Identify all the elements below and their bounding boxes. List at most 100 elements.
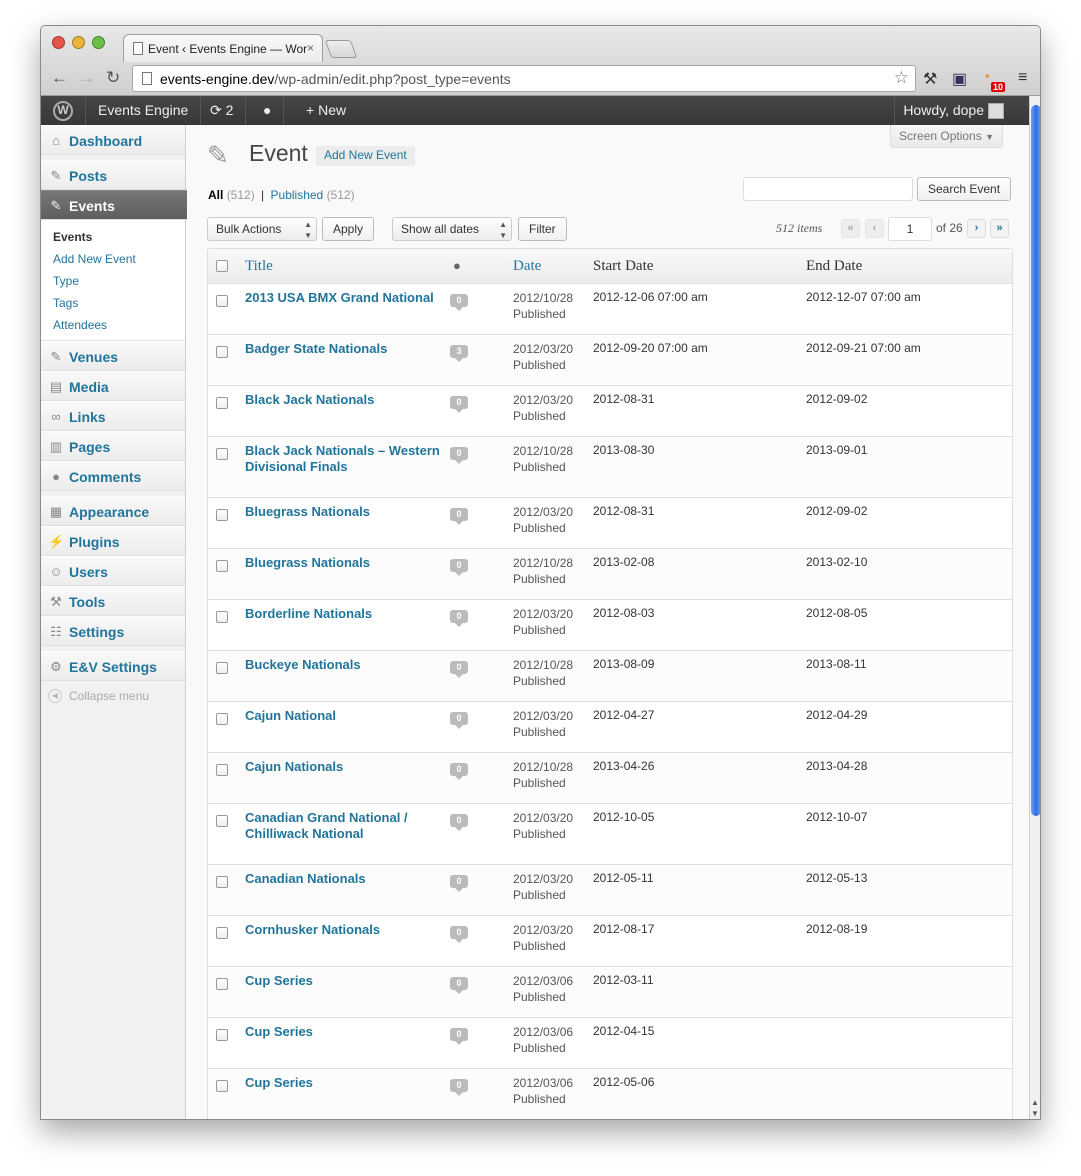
scrollbar-thumb[interactable]	[1031, 105, 1040, 816]
event-title-link[interactable]: Buckeye Nationals	[245, 657, 445, 673]
comment-count-badge[interactable]: 0	[450, 508, 468, 525]
event-title-link[interactable]: 2013 USA BMX Grand National	[245, 290, 445, 306]
menu-tools[interactable]: ⚒ Tools	[41, 586, 185, 616]
wordpress-logo[interactable]: W	[41, 96, 86, 125]
row-checkbox[interactable]	[216, 346, 228, 358]
collapse-menu[interactable]: ◀ Collapse menu	[41, 681, 185, 703]
scroll-up-icon[interactable]: ▲	[1031, 1098, 1039, 1107]
bookmark-star-icon[interactable]: ☆	[894, 68, 909, 88]
extension-icon[interactable]: ▣	[952, 69, 967, 89]
reload-icon[interactable]: ↻	[106, 68, 120, 88]
event-title-link[interactable]: Cup Series	[245, 1024, 445, 1040]
event-title-link[interactable]: Black Jack Nationals – Western Divisiona…	[245, 443, 445, 475]
comment-count-badge[interactable]: 0	[450, 875, 468, 892]
comment-count-badge[interactable]: 0	[450, 396, 468, 413]
submenu-add-new-event[interactable]: Add New Event	[41, 248, 185, 270]
comments-column-icon[interactable]: ●	[453, 258, 461, 274]
comments-link[interactable]: ●	[251, 96, 285, 125]
event-title-link[interactable]: Cup Series	[245, 973, 445, 989]
menu-links[interactable]: ∞ Links	[41, 401, 185, 431]
close-window-button[interactable]	[52, 36, 65, 49]
column-title[interactable]: Title	[245, 258, 273, 275]
event-title-link[interactable]: Cajun Nationals	[245, 759, 445, 775]
screen-options-button[interactable]: Screen Options ▼	[890, 125, 1003, 148]
updates-link[interactable]: ⟳ 2	[198, 96, 247, 125]
row-checkbox[interactable]	[216, 1080, 228, 1092]
row-checkbox[interactable]	[216, 295, 228, 307]
row-checkbox[interactable]	[216, 1029, 228, 1041]
comment-count-badge[interactable]: 0	[450, 447, 468, 464]
site-name-link[interactable]: Events Engine	[86, 96, 202, 125]
rss-icon[interactable]: ◔	[981, 69, 991, 87]
row-checkbox[interactable]	[216, 448, 228, 460]
menu-media[interactable]: ▤ Media	[41, 371, 185, 401]
add-new-event-button[interactable]: Add New Event	[316, 146, 415, 166]
menu-appearance[interactable]: ▦ Appearance	[41, 496, 185, 526]
address-bar[interactable]: events-engine.dev/wp-admin/edit.php?post…	[132, 65, 916, 92]
event-title-link[interactable]: Bluegrass Nationals	[245, 555, 445, 571]
row-checkbox[interactable]	[216, 815, 228, 827]
comment-count-badge[interactable]: 0	[450, 559, 468, 576]
column-date[interactable]: Date	[513, 258, 541, 275]
menu-plugins[interactable]: ⚡ Plugins	[41, 526, 185, 556]
comment-count-badge[interactable]: 0	[450, 712, 468, 729]
apply-button[interactable]: Apply	[322, 217, 375, 241]
back-arrow-icon[interactable]: ←	[51, 68, 68, 88]
row-checkbox[interactable]	[216, 978, 228, 990]
last-page-button[interactable]: »	[990, 219, 1009, 238]
next-page-button[interactable]: ›	[967, 219, 986, 238]
new-content-link[interactable]: + New	[294, 96, 358, 125]
comment-count-badge[interactable]: 0	[450, 661, 468, 678]
comment-count-badge[interactable]: 3	[450, 345, 468, 362]
comment-count-badge[interactable]: 0	[450, 294, 468, 311]
current-page-input[interactable]: 1	[888, 217, 932, 241]
maximize-window-button[interactable]	[92, 36, 105, 49]
row-checkbox[interactable]	[216, 927, 228, 939]
tab-close-icon[interactable]: ×	[307, 41, 314, 55]
date-filter-select[interactable]: Show all dates ▲ ▼	[392, 217, 512, 241]
row-checkbox[interactable]	[216, 662, 228, 674]
comment-count-badge[interactable]: 0	[450, 1079, 468, 1096]
comment-count-badge[interactable]: 0	[450, 926, 468, 943]
menu-events[interactable]: ✎ Events	[41, 190, 196, 220]
row-checkbox[interactable]	[216, 764, 228, 776]
comment-count-badge[interactable]: 0	[450, 977, 468, 994]
scroll-down-icon[interactable]: ▼	[1031, 1109, 1039, 1118]
row-checkbox[interactable]	[216, 611, 228, 623]
row-checkbox[interactable]	[216, 509, 228, 521]
event-title-link[interactable]: Canadian Grand National / Chilliwack Nat…	[245, 810, 445, 842]
menu-posts[interactable]: ✎ Posts	[41, 160, 185, 190]
row-checkbox[interactable]	[216, 397, 228, 409]
event-title-link[interactable]: Cup Series	[245, 1075, 445, 1091]
menu-pages[interactable]: ▥ Pages	[41, 431, 185, 461]
comment-count-badge[interactable]: 0	[450, 814, 468, 831]
comment-count-badge[interactable]: 0	[450, 610, 468, 627]
search-event-button[interactable]: Search Event	[917, 177, 1012, 201]
prev-page-button[interactable]: ‹	[865, 219, 884, 238]
event-title-link[interactable]: Cornhusker Nationals	[245, 922, 445, 938]
menu-venues[interactable]: ✎ Venues	[41, 341, 185, 371]
menu-comments[interactable]: ● Comments	[41, 461, 185, 491]
minimize-window-button[interactable]	[72, 36, 85, 49]
row-checkbox[interactable]	[216, 560, 228, 572]
forward-arrow-icon[interactable]: →	[78, 68, 95, 88]
menu-users[interactable]: ☺ Users	[41, 556, 185, 586]
menu-dashboard[interactable]: ⌂ Dashboard	[41, 125, 185, 155]
row-checkbox[interactable]	[216, 876, 228, 888]
submenu-tags[interactable]: Tags	[41, 292, 185, 314]
filter-button[interactable]: Filter	[518, 217, 567, 241]
submenu-attendees[interactable]: Attendees	[41, 314, 185, 336]
event-title-link[interactable]: Bluegrass Nationals	[245, 504, 445, 520]
event-title-link[interactable]: Canadian Nationals	[245, 871, 445, 887]
menu-icon[interactable]: ≡	[1018, 69, 1027, 87]
filter-all[interactable]: All	[208, 188, 223, 202]
search-input[interactable]	[743, 177, 913, 201]
comment-count-badge[interactable]: 0	[450, 763, 468, 780]
filter-published[interactable]: Published	[271, 188, 324, 202]
submenu-type[interactable]: Type	[41, 270, 185, 292]
event-title-link[interactable]: Borderline Nationals	[245, 606, 445, 622]
browser-tab[interactable]: Event ‹ Events Engine — Wor ×	[123, 34, 323, 62]
comment-count-badge[interactable]: 0	[450, 1028, 468, 1045]
bulk-actions-select[interactable]: Bulk Actions ▲ ▼	[207, 217, 317, 241]
event-title-link[interactable]: Cajun National	[245, 708, 445, 724]
